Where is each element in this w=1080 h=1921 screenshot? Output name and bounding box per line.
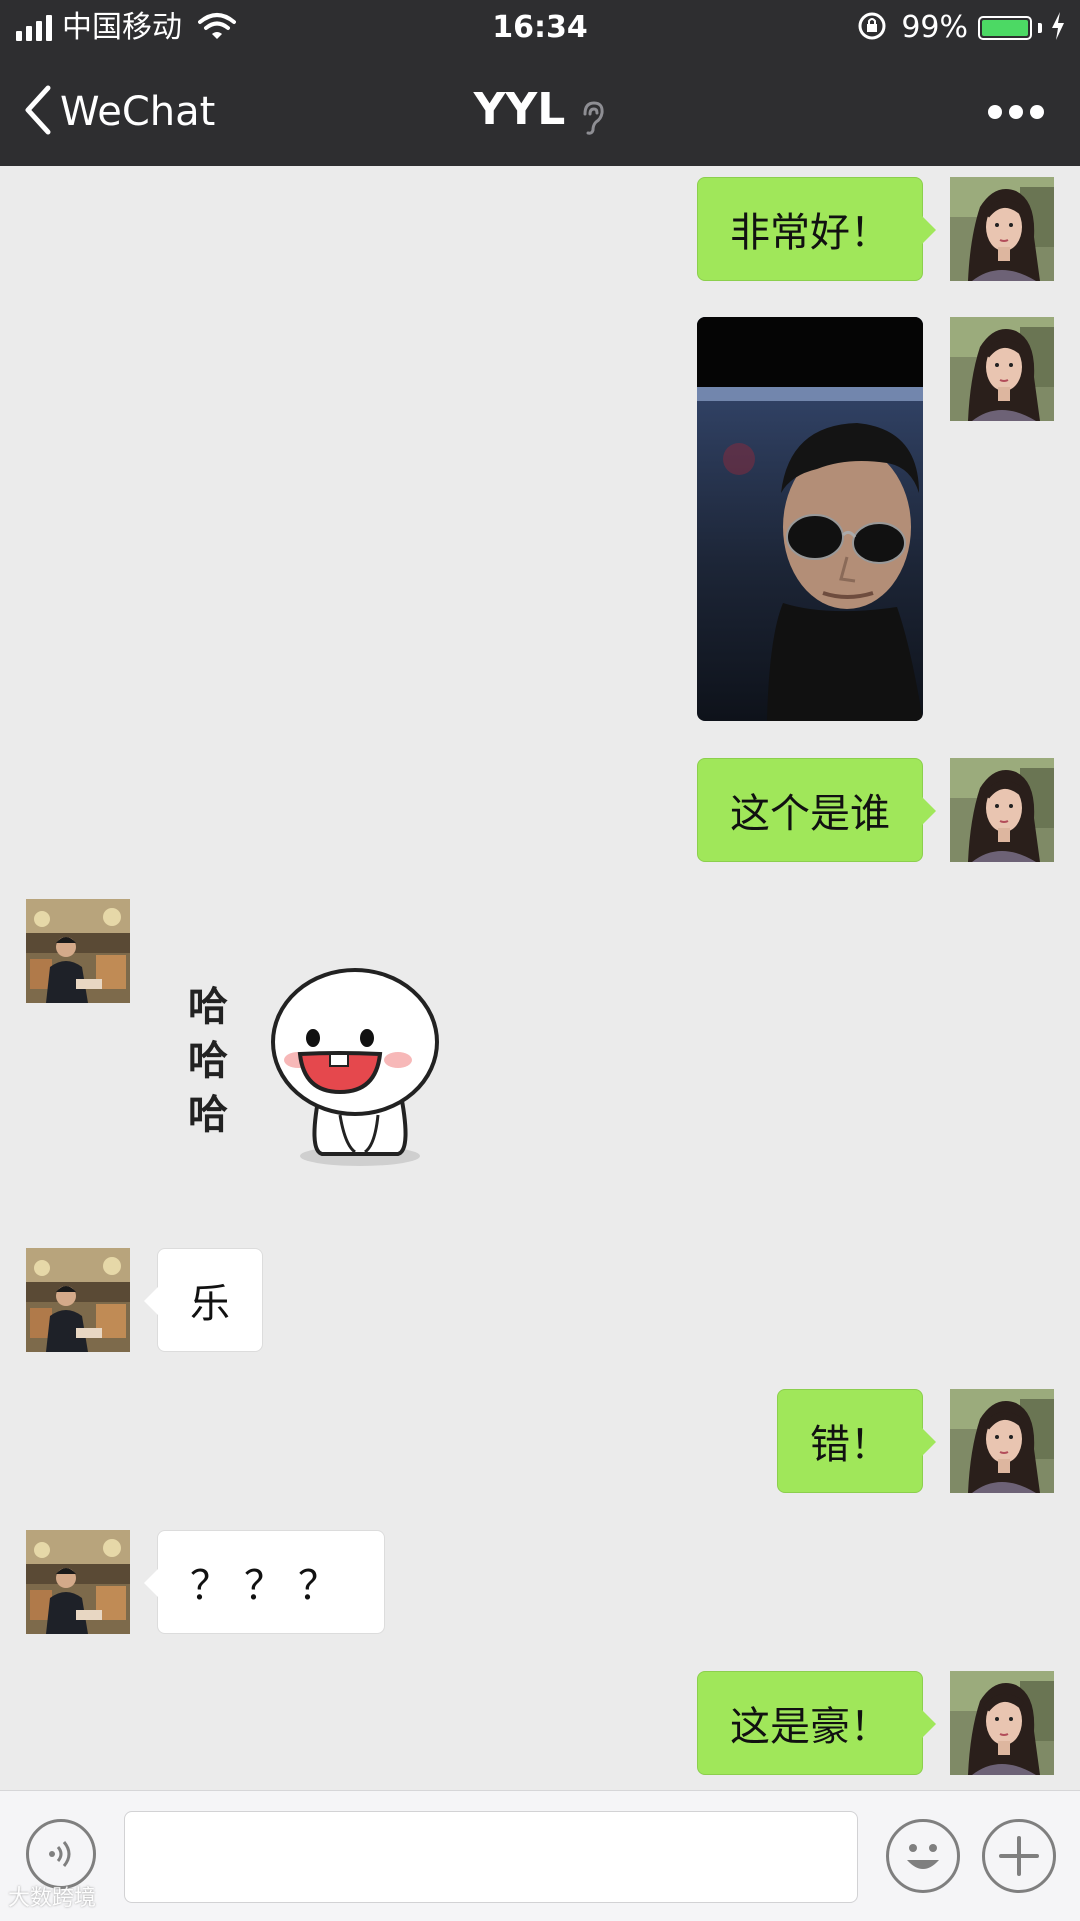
message-bubble-outgoing[interactable]: 非常好！ xyxy=(697,177,936,281)
battery-cap xyxy=(1038,23,1042,33)
my-avatar[interactable] xyxy=(950,177,1054,281)
message-bubble-outgoing[interactable]: 这个是谁 xyxy=(697,758,936,862)
message-input[interactable] xyxy=(124,1811,858,1903)
battery-fill xyxy=(982,20,1028,36)
rotation-lock-icon xyxy=(857,11,887,45)
emoji-icon[interactable] xyxy=(886,1819,960,1893)
status-bar: 中国移动 16:34 99% xyxy=(0,0,1080,56)
top-bar: 中国移动 16:34 99% WeChat YYL xyxy=(0,0,1080,166)
message-bubble-outgoing[interactable]: 错！ xyxy=(777,1389,936,1493)
my-avatar[interactable] xyxy=(950,758,1054,862)
voice-icon[interactable] xyxy=(26,1819,96,1889)
watermark: 大数跨境 xyxy=(8,1886,97,1911)
battery-icon xyxy=(978,16,1032,40)
image-message[interactable] xyxy=(697,317,923,721)
my-avatar[interactable] xyxy=(950,1389,1054,1493)
input-bar xyxy=(0,1790,1080,1921)
chat-title-wrap: YYL xyxy=(0,84,1080,140)
ear-icon xyxy=(580,100,606,140)
my-avatar[interactable] xyxy=(950,1671,1054,1775)
battery-percent: 99% xyxy=(901,10,968,45)
message-bubble-incoming[interactable]: ？？？ xyxy=(144,1530,385,1634)
my-avatar[interactable] xyxy=(950,317,1054,421)
contact-avatar[interactable] xyxy=(26,899,130,1003)
more-dots-icon[interactable] xyxy=(988,98,1044,126)
status-right: 99% xyxy=(857,8,1066,48)
sticker-message[interactable]: 哈哈哈 xyxy=(180,940,480,1180)
message-bubble-outgoing[interactable]: 这是豪！ xyxy=(697,1671,936,1775)
chat-title: YYL xyxy=(473,84,566,135)
message-bubble-incoming[interactable]: 乐 xyxy=(144,1248,263,1352)
nav-bar: WeChat YYL xyxy=(0,56,1080,166)
charging-bolt-icon xyxy=(1050,11,1066,45)
plus-icon[interactable] xyxy=(982,1819,1056,1893)
contact-avatar[interactable] xyxy=(26,1248,130,1352)
contact-avatar[interactable] xyxy=(26,1530,130,1634)
